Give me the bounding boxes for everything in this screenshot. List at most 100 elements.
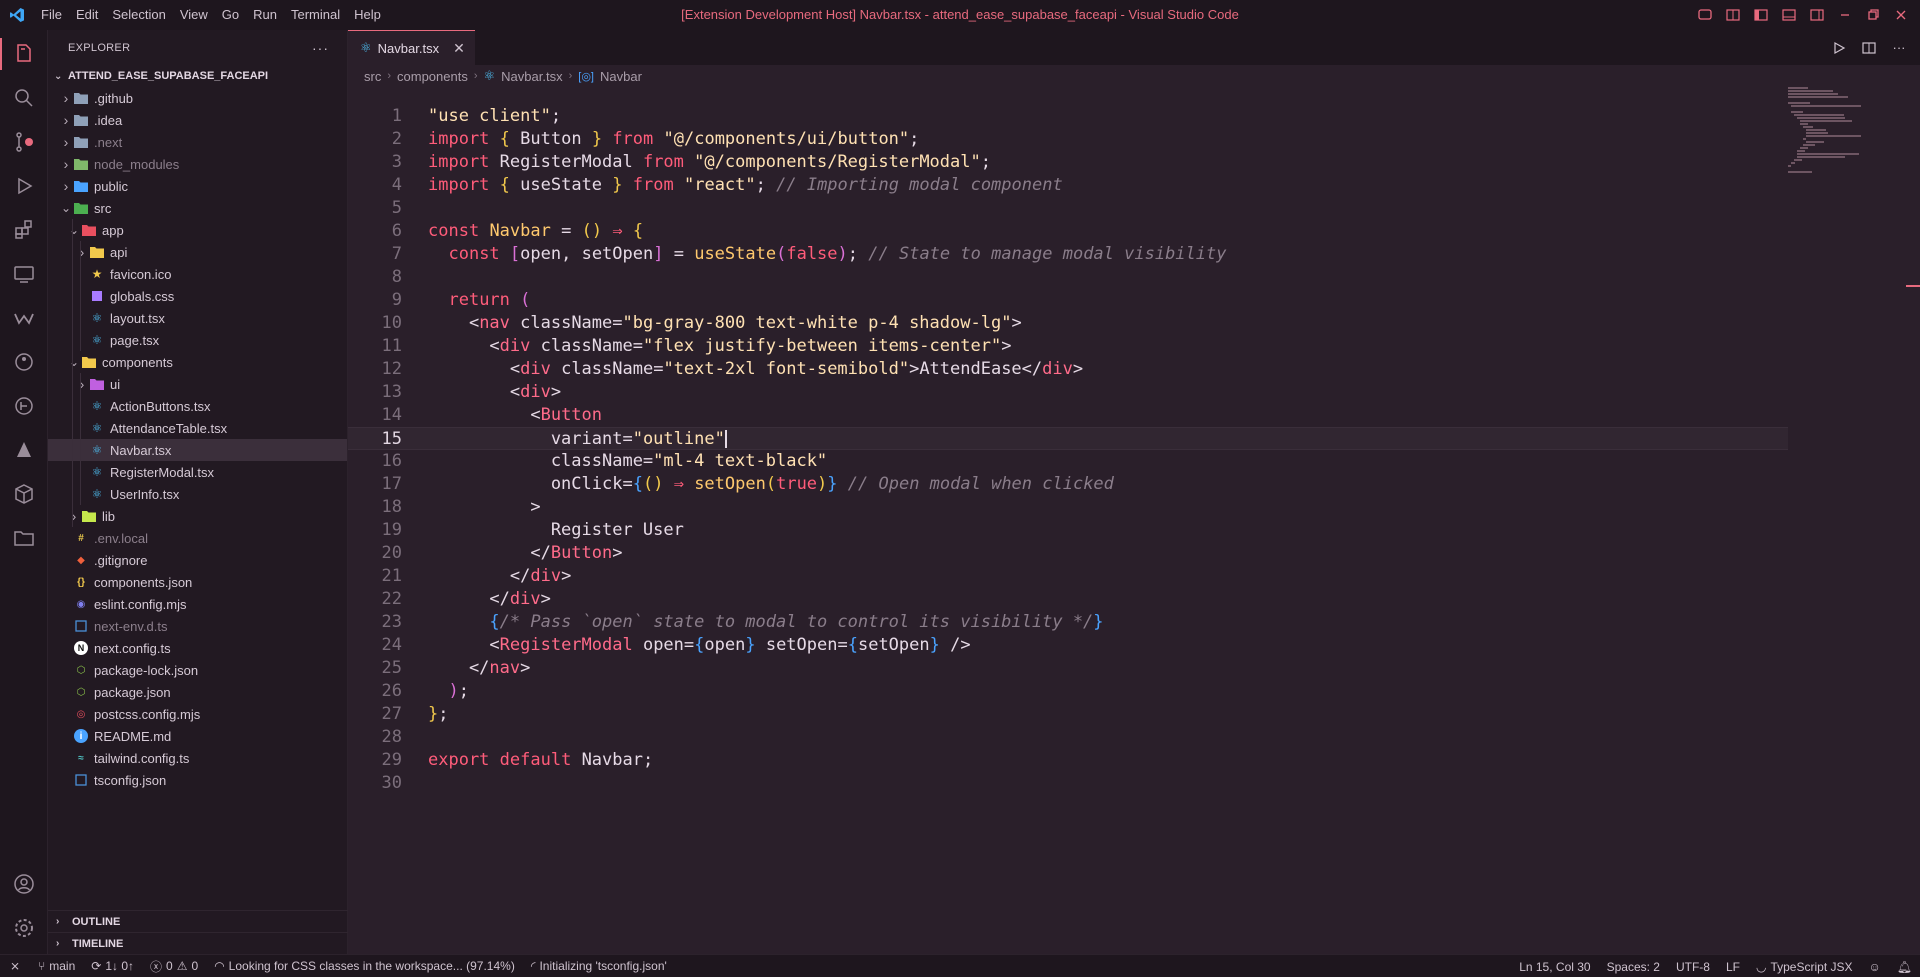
tree-folder[interactable]: › .idea (48, 109, 347, 131)
tab-navbar[interactable]: ⚛ Navbar.tsx ✕ (348, 30, 475, 65)
outline-section[interactable]: › OUTLINE (48, 910, 348, 932)
code-line[interactable]: 18 > (348, 496, 1788, 519)
toggle-secondary-sidebar-icon[interactable] (1808, 6, 1826, 24)
code-line[interactable]: 22 </div> (348, 588, 1788, 611)
code-line[interactable]: 13 <div> (348, 381, 1788, 404)
code-line[interactable]: 12 <div className="text-2xl font-semibol… (348, 358, 1788, 381)
code-line[interactable]: 8 (348, 266, 1788, 289)
tree-file[interactable]: ⚛ layout.tsx (48, 307, 347, 329)
copilot-status[interactable]: ☺ (1861, 955, 1889, 977)
breadcrumb-item[interactable]: Navbar.tsx (501, 69, 562, 84)
tree-file[interactable]: globals.css (48, 285, 347, 307)
scrollbar-marker[interactable] (1906, 285, 1920, 287)
tree-file[interactable]: ⬡ package-lock.json (48, 659, 347, 681)
copilot-chat-icon[interactable] (1696, 6, 1714, 24)
toggle-panel-icon[interactable] (1780, 6, 1798, 24)
code-line[interactable]: 30 (348, 772, 1788, 795)
tree-folder[interactable]: › lib (48, 505, 347, 527)
code-line[interactable]: 23 {/* Pass `open` state to modal to con… (348, 611, 1788, 634)
run-file-icon[interactable] (1830, 39, 1848, 57)
extensions-icon[interactable] (0, 208, 48, 252)
containers-icon[interactable] (0, 472, 48, 516)
code-line[interactable]: 5 (348, 197, 1788, 220)
tree-file[interactable]: next-env.d.ts (48, 615, 347, 637)
tree-file[interactable]: ◎ postcss.config.mjs (48, 703, 347, 725)
tree-file[interactable]: ⚛ ActionButtons.tsx (48, 395, 347, 417)
code-line[interactable]: 16 className="ml-4 text-black" (348, 450, 1788, 473)
minimap[interactable] (1788, 87, 1898, 227)
menu-item-selection[interactable]: Selection (105, 0, 172, 30)
code-line[interactable]: 15 variant="outline" (348, 427, 1788, 450)
search-icon[interactable] (0, 76, 48, 120)
close-icon[interactable]: ✕ (453, 40, 465, 57)
code-line[interactable]: 10 <nav className="bg-gray-800 text-whit… (348, 312, 1788, 335)
eol[interactable]: LF (1718, 955, 1748, 977)
code-line[interactable]: 6 const Navbar = () ⇒ { (348, 220, 1788, 243)
sync-status[interactable]: ⟳ 1↓ 0↑ (83, 955, 142, 977)
tree-file[interactable]: # .env.local (48, 527, 347, 549)
breadcrumb-item[interactable]: components (397, 69, 468, 84)
encoding[interactable]: UTF-8 (1668, 955, 1718, 977)
tree-file[interactable]: i README.md (48, 725, 347, 747)
source-control-icon[interactable] (0, 120, 48, 164)
code-line[interactable]: 4 import { useState } from "react"; // Im… (348, 174, 1788, 197)
wakatime-icon[interactable] (0, 296, 48, 340)
tree-file[interactable]: {} components.json (48, 571, 347, 593)
tree-folder[interactable]: ⌄ components (48, 351, 347, 373)
toggle-sidebar-icon[interactable] (1752, 6, 1770, 24)
tree-file[interactable]: ⚛ page.tsx (48, 329, 347, 351)
code-line[interactable]: 3 import RegisterModal from "@/components… (348, 151, 1788, 174)
tree-folder[interactable]: › ui (48, 373, 347, 395)
tree-file[interactable]: ⚛ Navbar.tsx (48, 439, 347, 461)
code-line[interactable]: 11 <div className="flex justify-between … (348, 335, 1788, 358)
minimize-icon[interactable] (1836, 6, 1854, 24)
code-editor[interactable]: 1 "use client"; 2 import { Button } from "@… (348, 105, 1788, 795)
code-line[interactable]: 27}; (348, 703, 1788, 726)
menu-item-file[interactable]: File (34, 0, 69, 30)
code-line[interactable]: 1 "use client"; (348, 105, 1788, 128)
language-mode[interactable]: ◡ TypeScript JSX (1748, 955, 1861, 977)
tree-folder[interactable]: › node_modules (48, 153, 347, 175)
tree-folder[interactable]: › api (48, 241, 347, 263)
menu-item-edit[interactable]: Edit (69, 0, 105, 30)
code-line[interactable]: 9 return ( (348, 289, 1788, 312)
menu-item-view[interactable]: View (173, 0, 215, 30)
code-line[interactable]: 19 Register User (348, 519, 1788, 542)
menu-item-run[interactable]: Run (246, 0, 284, 30)
restore-icon[interactable] (1864, 6, 1882, 24)
timeline-section[interactable]: › TIMELINE (48, 932, 348, 954)
breadcrumb-item[interactable]: Navbar (600, 69, 642, 84)
code-line[interactable]: 29 export default Navbar; (348, 749, 1788, 772)
branch-status[interactable]: ⑂ main (30, 955, 83, 977)
explorer-icon[interactable] (0, 32, 48, 76)
problems-status[interactable]: ⓧ 0 ⚠ 0 (142, 955, 206, 977)
tree-file[interactable]: ⚛ RegisterModal.tsx (48, 461, 347, 483)
tree-file[interactable]: tsconfig.json (48, 769, 347, 791)
breadcrumb-item[interactable]: src (364, 69, 381, 84)
menu-item-help[interactable]: Help (347, 0, 388, 30)
menu-item-terminal[interactable]: Terminal (284, 0, 347, 30)
code-line[interactable]: 2 import { Button } from "@/components/ui… (348, 128, 1788, 151)
workspace-root[interactable]: ⌄ ATTEND_EASE_SUPABASE_FACEAPI (48, 65, 347, 87)
tree-file[interactable]: ⬡ package.json (48, 681, 347, 703)
cursor-position[interactable]: Ln 15, Col 30 (1511, 955, 1598, 977)
project-manager-icon[interactable] (0, 516, 48, 560)
tree-file[interactable]: ◆ .gitignore (48, 549, 347, 571)
code-line[interactable]: 14 <Button (348, 404, 1788, 427)
ts-init-status[interactable]: ◜ Initializing 'tsconfig.json' (523, 955, 675, 977)
tree-folder[interactable]: › .next (48, 131, 347, 153)
gitlens-icon[interactable] (0, 384, 48, 428)
run-debug-icon[interactable] (0, 164, 48, 208)
customize-layout-icon[interactable] (1724, 6, 1742, 24)
code-line[interactable]: 7 const [open, setOpen] = useState(false… (348, 243, 1788, 266)
notifications[interactable]: 🔔︎ (1889, 955, 1920, 977)
code-line[interactable]: 24 <RegisterModal open={open} setOpen={s… (348, 634, 1788, 657)
split-editor-icon[interactable] (1860, 39, 1878, 57)
tree-file[interactable]: ★ favicon.ico (48, 263, 347, 285)
account-icon[interactable] (0, 862, 48, 906)
tree-file[interactable]: ⚛ AttendanceTable.tsx (48, 417, 347, 439)
ellipsis-icon[interactable]: ··· (312, 40, 329, 56)
tree-folder[interactable]: ⌄ app (48, 219, 347, 241)
code-line[interactable]: 21 </div> (348, 565, 1788, 588)
close-window-icon[interactable] (1892, 6, 1910, 24)
